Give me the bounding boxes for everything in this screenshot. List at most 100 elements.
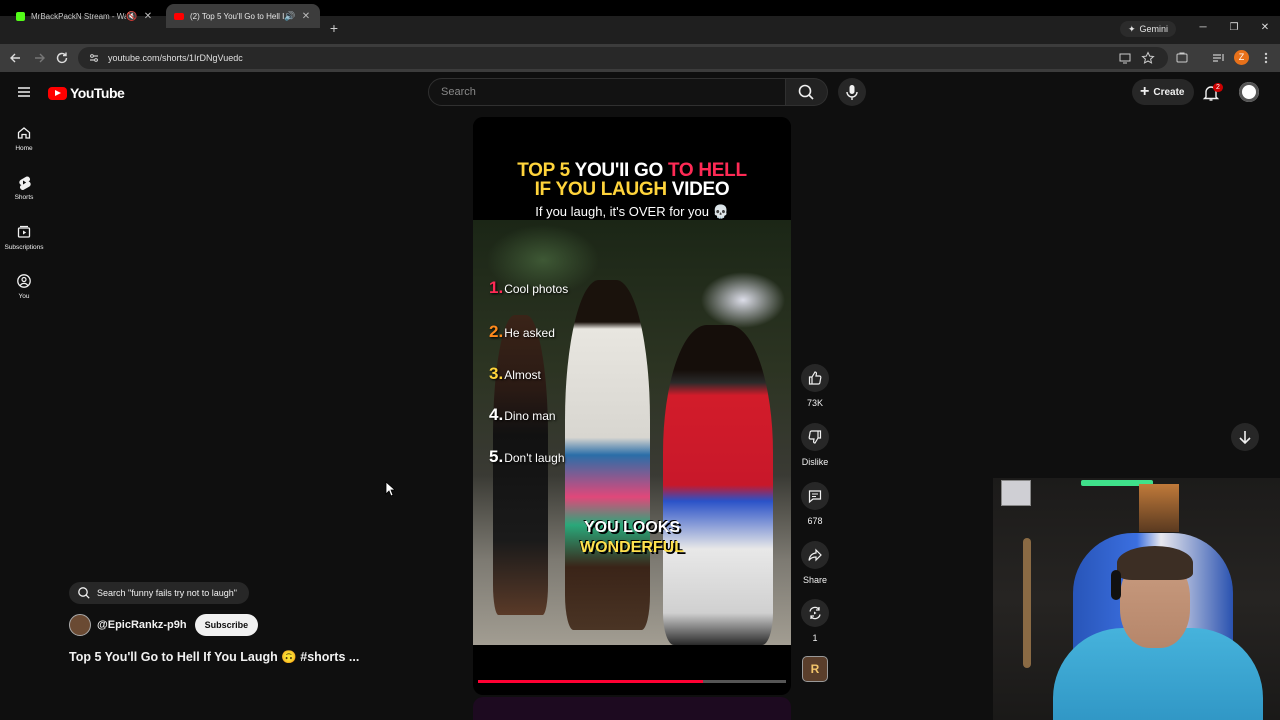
kick-favicon-icon: [16, 11, 25, 21]
thumbs-up-icon: [808, 371, 822, 385]
home-icon: [17, 127, 31, 139]
webcam-background-item: [1139, 484, 1179, 532]
mouse-cursor-icon: [385, 481, 395, 497]
microphone-icon: [846, 85, 858, 100]
sidebar-item-label: Shorts: [14, 194, 34, 201]
like-count: 73K: [806, 398, 823, 408]
guide-menu-icon[interactable]: [16, 84, 32, 100]
ranking-number: 2.: [489, 322, 504, 341]
search-input[interactable]: Search: [428, 78, 786, 106]
back-icon[interactable]: [8, 50, 24, 66]
tab-close-icon[interactable]: ✕: [142, 11, 154, 22]
reload-icon[interactable]: [54, 50, 70, 66]
caption-line: YOU LOOKS: [583, 519, 680, 536]
video-subline-overlay: If you laugh, it's OVER for you 💀: [535, 204, 729, 219]
sidebar-item-shorts[interactable]: Shorts: [0, 174, 48, 201]
headline-text: YOU'II GO: [574, 160, 668, 181]
tab-close-icon[interactable]: ✕: [300, 11, 312, 22]
arrow-down-icon: [1239, 431, 1251, 445]
create-label: Create: [1153, 86, 1185, 98]
notification-badge: 2: [1213, 83, 1223, 92]
youtube-logo[interactable]: YouTube: [48, 85, 125, 101]
address-bar[interactable]: youtube.com/shorts/1IrDNgVuedc: [78, 47, 1168, 69]
sidebar-item-label: Home: [15, 145, 33, 152]
comment-count: 678: [807, 516, 823, 526]
media-control-icon[interactable]: [1210, 50, 1226, 66]
dislike-button[interactable]: Dislike: [795, 423, 835, 467]
gemini-sparkle-icon: ✦: [1128, 23, 1136, 34]
tab-muted-icon[interactable]: 🔇: [126, 11, 138, 22]
extensions-icon[interactable]: [1174, 50, 1190, 66]
shorts-icon: [19, 176, 31, 190]
streamer-webcam-overlay: [993, 478, 1280, 720]
site-info-icon[interactable]: [88, 52, 100, 64]
share-arrow-icon: [808, 548, 822, 562]
youtube-play-icon: [48, 86, 67, 100]
headline-text: IF YOU LAUGH: [534, 179, 672, 200]
ranking-item: 2.He asked: [489, 322, 555, 342]
gemini-button[interactable]: ✦ Gemini: [1120, 21, 1177, 37]
video-headline-overlay: TOP 5 YOU'II GO TO HELL IF YOU LAUGH VID…: [473, 161, 791, 199]
sidebar-item-you[interactable]: You: [0, 273, 48, 300]
youtube-favicon-icon: [174, 12, 184, 20]
sidebar-item-subscriptions[interactable]: Subscriptions: [0, 224, 48, 251]
bookmark-star-icon[interactable]: [1141, 51, 1155, 65]
webcam-background-item: [1001, 480, 1031, 506]
tab-youtube-short[interactable]: (2) Top 5 You'll Go to Hell If 🔊 ✕: [166, 4, 320, 28]
restore-icon[interactable]: ❐: [1226, 20, 1242, 36]
thumbs-down-icon: [808, 430, 822, 444]
create-button[interactable]: + Create: [1132, 79, 1195, 105]
headline-text: TO HELL: [667, 160, 747, 181]
ranking-item: 4.Dino man: [489, 405, 556, 425]
person-middle: [565, 280, 650, 630]
ranking-item: 3.Almost: [489, 364, 541, 384]
tab-audio-icon[interactable]: 🔊: [284, 11, 296, 22]
shorts-player[interactable]: TOP 5 YOU'II GO TO HELL IF YOU LAUGH VID…: [473, 117, 791, 695]
install-app-icon[interactable]: [1118, 51, 1132, 65]
tab-kick-stream[interactable]: MrBackPackN Stream - Wa 🔇 ✕: [8, 4, 162, 28]
search-chip-label: Search "funny fails try not to laugh": [97, 588, 237, 598]
ranking-label: Almost: [504, 368, 541, 382]
new-tab-button[interactable]: +: [326, 20, 342, 36]
progress-bar-fill: [478, 680, 703, 683]
headline-text: TOP 5: [517, 160, 575, 181]
video-caption-overlay: YOU LOOKS WONDERFUL: [473, 518, 791, 558]
headset: [1111, 570, 1121, 600]
ranking-label: He asked: [504, 326, 555, 340]
comment-icon: [808, 490, 822, 504]
next-short-button[interactable]: [1231, 423, 1259, 451]
gemini-label: Gemini: [1139, 24, 1169, 34]
video-title[interactable]: Top 5 You'll Go to Hell If You Laugh 🙃 #…: [69, 650, 359, 665]
sidebar-item-home[interactable]: Home: [0, 125, 48, 152]
share-button[interactable]: Share: [795, 541, 835, 585]
channel-name[interactable]: @EpicRankz-p9h: [97, 619, 187, 631]
ranking-item: 1.Cool photos: [489, 278, 568, 298]
you-icon: [17, 274, 31, 288]
streamer-hair: [1117, 546, 1193, 580]
related-search-chip[interactable]: Search "funny fails try not to laugh": [69, 582, 249, 604]
share-label: Share: [802, 575, 828, 585]
next-short-preview[interactable]: [473, 697, 791, 720]
channel-row: @EpicRankz-p9h Subscribe: [69, 614, 259, 636]
tab-title: (2) Top 5 You'll Go to Hell If: [190, 11, 284, 21]
tab-title: MrBackPackN Stream - Wa: [31, 11, 126, 21]
ranking-label: Dino man: [504, 409, 556, 423]
forward-icon[interactable]: [31, 50, 47, 66]
like-button[interactable]: 73K: [795, 364, 835, 408]
search-icon: [798, 84, 814, 100]
browser-profile-avatar[interactable]: Z: [1234, 50, 1249, 65]
subscribe-button[interactable]: Subscribe: [194, 614, 259, 636]
ranking-item: 5.Don't laugh: [489, 447, 565, 467]
channel-thumbnail-button[interactable]: R: [802, 656, 828, 682]
remix-button[interactable]: 1: [795, 599, 835, 643]
comments-button[interactable]: 678: [795, 482, 835, 526]
channel-avatar[interactable]: [69, 614, 91, 636]
webcam-background-item: [1023, 538, 1031, 668]
search-button[interactable]: [786, 78, 828, 106]
remix-count: 1: [812, 633, 818, 643]
voice-search-button[interactable]: [838, 78, 866, 106]
window-close-icon[interactable]: ✕: [1257, 20, 1273, 36]
minimize-icon[interactable]: ─: [1195, 20, 1211, 36]
browser-menu-icon[interactable]: [1258, 50, 1274, 66]
account-avatar[interactable]: [1239, 82, 1259, 102]
